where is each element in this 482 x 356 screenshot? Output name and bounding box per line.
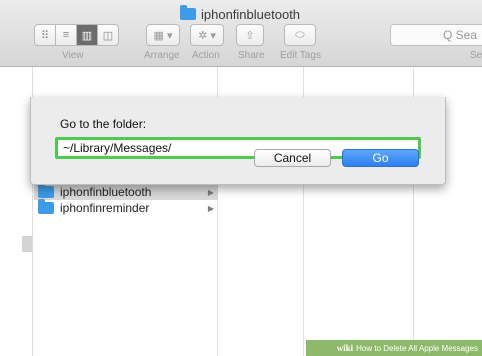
sidebar-selection xyxy=(22,236,32,252)
sidebar xyxy=(0,67,33,356)
watermark: wiki How to Delete All Apple Messages xyxy=(306,340,482,356)
edit-tags-label: Edit Tags xyxy=(280,50,321,61)
dialog-label: Go to the folder: xyxy=(60,117,147,131)
finder-window: iphonfinbluetooth ⠿ ≡ ▥ ◫ View ▦ ▾ Arran… xyxy=(0,0,482,356)
arrange-label: Arrange xyxy=(144,50,180,61)
watermark-brand: wiki xyxy=(336,343,354,353)
chevron-right-icon: ▶ xyxy=(207,187,214,197)
go-to-folder-dialog: Go to the folder: ~/Library/Messages/ Ca… xyxy=(30,97,446,185)
action-button[interactable]: ✲ ▾ xyxy=(190,24,224,46)
list-item-label: iphonfinbluetooth xyxy=(60,185,152,199)
search-placeholder: Q Sea xyxy=(443,28,478,42)
action-label: Action xyxy=(192,50,220,61)
folder-icon xyxy=(180,5,196,20)
cover-flow-icon[interactable]: ◫ xyxy=(97,24,119,46)
list-item[interactable]: iphonfinbluetooth ▶ xyxy=(34,183,218,200)
folder-path-value: ~/Library/Messages/ xyxy=(63,141,172,155)
search-label: Se xyxy=(470,50,482,61)
arrange-button[interactable]: ▦ ▾ xyxy=(146,24,180,46)
tag-icon: ⬭ xyxy=(295,28,305,41)
window-title: iphonfinbluetooth xyxy=(180,5,301,22)
cancel-button[interactable]: Cancel xyxy=(254,149,331,167)
view-switcher[interactable]: ⠿ ≡ ▥ ◫ xyxy=(34,24,119,46)
go-button[interactable]: Go xyxy=(342,149,419,167)
search-field[interactable]: Q Sea xyxy=(390,24,482,46)
edit-tags-button[interactable]: ⬭ xyxy=(284,24,316,46)
watermark-text: How to Delete All Apple Messages xyxy=(356,343,478,353)
folder-icon xyxy=(38,199,54,214)
chevron-right-icon: ▶ xyxy=(207,203,214,213)
column-view-icon[interactable]: ▥ xyxy=(76,24,98,46)
share-icon: ⇧ xyxy=(245,29,255,42)
list-view-icon[interactable]: ≡ xyxy=(55,24,77,46)
grid-icon: ▦ ▾ xyxy=(153,29,173,42)
icon-view-icon[interactable]: ⠿ xyxy=(34,24,56,46)
toolbar: iphonfinbluetooth ⠿ ≡ ▥ ◫ View ▦ ▾ Arran… xyxy=(0,0,482,67)
share-button[interactable]: ⇧ xyxy=(236,24,264,46)
list-item[interactable]: iphonfinreminder ▶ xyxy=(34,199,218,216)
view-label: View xyxy=(62,50,84,61)
window-title-text: iphonfinbluetooth xyxy=(201,6,301,22)
share-label: Share xyxy=(238,50,265,61)
folder-icon xyxy=(38,183,54,198)
gear-icon: ✲ ▾ xyxy=(198,29,216,42)
list-item-label: iphonfinreminder xyxy=(60,201,150,215)
